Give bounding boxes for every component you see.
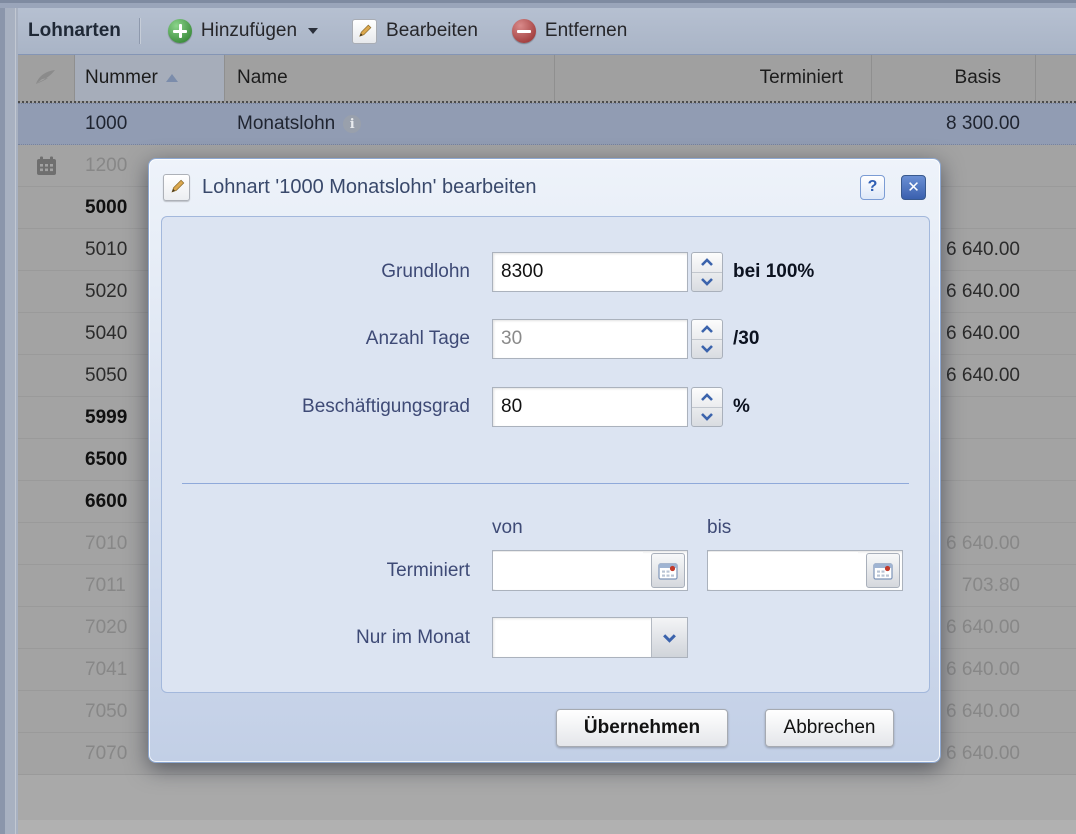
column-header-extra [1036, 55, 1076, 101]
bis-label: bis [707, 517, 731, 539]
column-header-basis-label: Basis [955, 67, 1001, 89]
column-header-icon[interactable] [18, 55, 75, 101]
terminiert-row: Terminiert [162, 550, 929, 591]
beschaeftigungsgrad-stepper[interactable] [691, 387, 723, 427]
beschaeftigungsgrad-label: Beschäftigungsgrad [162, 396, 470, 418]
remove-button-label: Entfernen [545, 20, 627, 42]
grundlohn-stepper[interactable] [691, 252, 723, 292]
column-header-nummer[interactable]: Nummer [75, 55, 225, 101]
table-row[interactable]: 1000 Monatslohn i 8 300.00 [18, 103, 1076, 145]
column-header-name-label: Name [237, 67, 288, 89]
toolbar: Lohnarten Hinzufügen Bearbeiten Entferne… [18, 8, 1076, 55]
terminiert-von-field[interactable] [492, 550, 688, 591]
sort-asc-icon [166, 74, 178, 82]
dialog-titlebar: Lohnart '1000 Monatslohn' bearbeiten ? ✕ [149, 159, 940, 215]
stepper-up-icon[interactable] [692, 388, 722, 408]
anzahl-tage-row: Anzahl Tage /30 [162, 319, 929, 359]
help-button[interactable]: ? [860, 175, 885, 200]
table-header-row: Nummer Name Terminiert Basis [18, 55, 1076, 103]
page-title: Lohnarten [22, 20, 129, 42]
apply-button[interactable]: Übernehmen [556, 709, 728, 747]
stepper-up-icon[interactable] [692, 320, 722, 340]
column-header-basis[interactable]: Basis [872, 55, 1036, 101]
add-button[interactable]: Hinzufügen [156, 13, 330, 49]
stepper-up-icon[interactable] [692, 253, 722, 273]
calendar-icon [36, 156, 57, 176]
row-nummer: 1000 [75, 113, 225, 135]
terminiert-von-input[interactable] [493, 552, 643, 589]
von-label: von [492, 517, 523, 539]
terminiert-label: Terminiert [162, 560, 470, 582]
window-left-edge [0, 8, 18, 834]
app-window: Lohnarten Hinzufügen Bearbeiten Entferne… [0, 0, 1076, 834]
minus-icon [512, 19, 536, 43]
window-bottom-edge [18, 820, 1076, 834]
grundlohn-label: Grundlohn [162, 261, 470, 283]
beschaeftigungsgrad-suffix: % [733, 396, 750, 418]
form-divider [182, 483, 909, 484]
edit-button[interactable]: Bearbeiten [340, 13, 490, 50]
info-icon[interactable]: i [343, 115, 361, 133]
stepper-down-icon[interactable] [692, 340, 722, 359]
edit-wage-type-dialog: Lohnart '1000 Monatslohn' bearbeiten ? ✕… [148, 158, 941, 763]
row-name: Monatslohn i [225, 113, 555, 135]
terminiert-bis-input[interactable] [708, 552, 858, 589]
window-top-edge [0, 0, 1076, 8]
nur-im-monat-label: Nur im Monat [162, 627, 470, 649]
column-header-name[interactable]: Name [225, 55, 555, 101]
row-name-text: Monatslohn [237, 113, 335, 135]
nur-im-monat-value [493, 618, 651, 657]
column-header-terminiert-label: Terminiert [760, 67, 843, 89]
grundlohn-suffix: bei 100% [733, 261, 814, 283]
nur-im-monat-row: Nur im Monat [162, 617, 929, 658]
row-flag-cell [18, 156, 75, 176]
date-picker-icon[interactable] [866, 553, 900, 588]
stepper-down-icon[interactable] [692, 273, 722, 292]
plus-icon [168, 19, 192, 43]
stepper-down-icon[interactable] [692, 408, 722, 427]
anzahl-tage-input[interactable] [492, 319, 688, 359]
grundlohn-input[interactable] [492, 252, 688, 292]
dialog-title: Lohnart '1000 Monatslohn' bearbeiten [202, 176, 848, 199]
close-button[interactable]: ✕ [901, 175, 926, 200]
edit-button-label: Bearbeiten [386, 20, 478, 42]
pencil-icon [352, 19, 377, 44]
dialog-form-panel: Grundlohn bei 100% Anzahl Tage /30 [161, 216, 930, 693]
beschaeftigungsgrad-input[interactable] [492, 387, 688, 427]
cancel-button[interactable]: Abbrechen [765, 709, 894, 747]
remove-button[interactable]: Entfernen [500, 13, 639, 49]
add-button-label: Hinzufügen [201, 20, 297, 42]
toolbar-divider [139, 18, 140, 44]
chevron-down-icon [308, 28, 318, 34]
pencil-icon [163, 174, 190, 201]
feather-icon [33, 67, 59, 89]
chevron-down-icon[interactable] [651, 618, 687, 657]
column-header-terminiert[interactable]: Terminiert [555, 55, 872, 101]
grundlohn-row: Grundlohn bei 100% [162, 252, 929, 292]
date-picker-icon[interactable] [651, 553, 685, 588]
nur-im-monat-select[interactable] [492, 617, 688, 658]
anzahl-tage-stepper[interactable] [691, 319, 723, 359]
terminiert-bis-field[interactable] [707, 550, 903, 591]
beschaeftigungsgrad-row: Beschäftigungsgrad % [162, 387, 929, 427]
anzahl-tage-suffix: /30 [733, 328, 759, 350]
column-header-nummer-label: Nummer [85, 67, 158, 89]
row-basis: 8 300.00 [872, 113, 1036, 135]
anzahl-tage-label: Anzahl Tage [162, 328, 470, 350]
